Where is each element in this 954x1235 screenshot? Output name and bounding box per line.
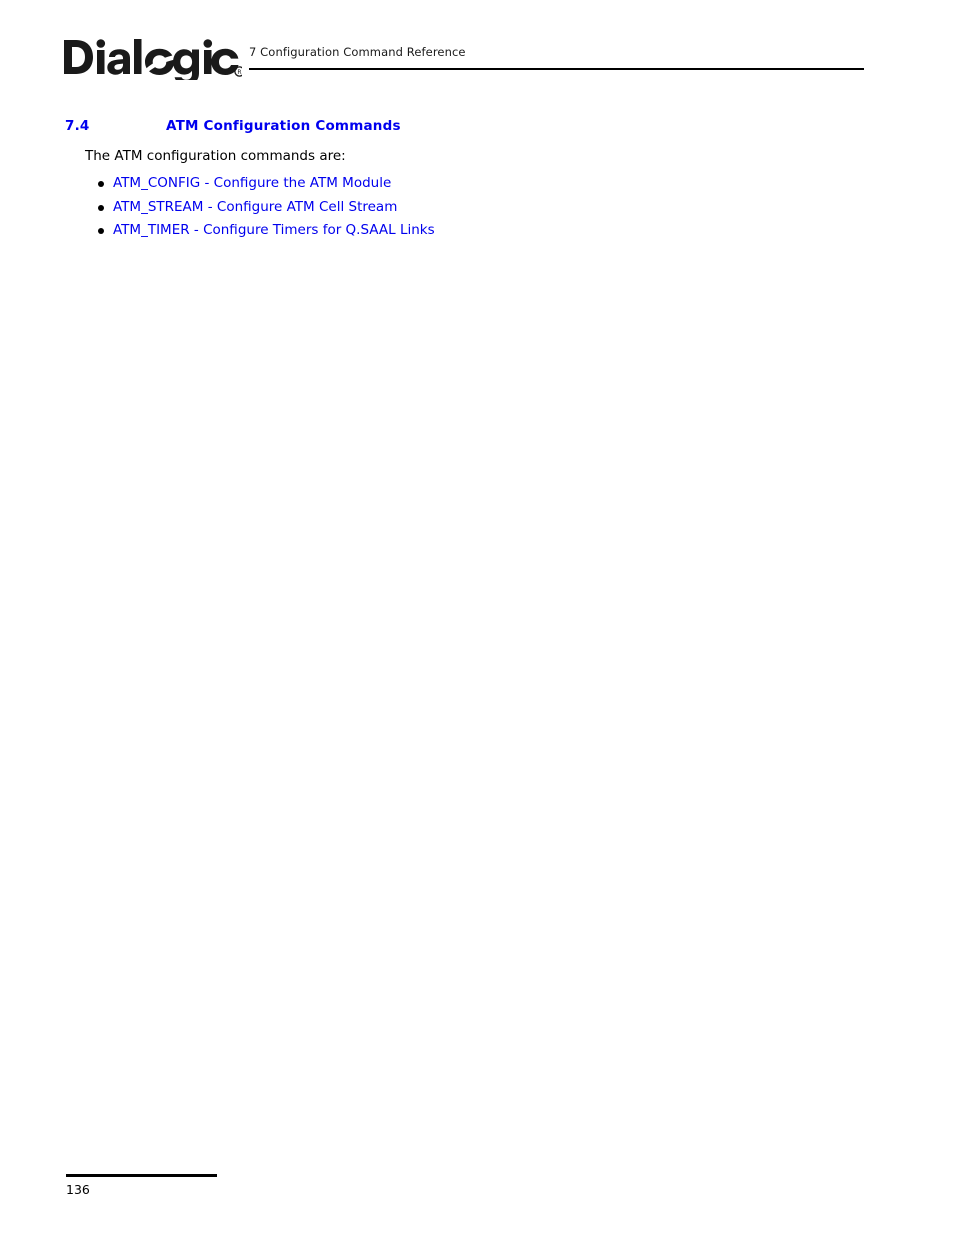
header-divider-rule: [249, 68, 864, 71]
intro-paragraph: The ATM configuration commands are:: [85, 148, 346, 164]
command-link-atm-timer[interactable]: ATM_TIMER - Configure Timers for Q.SAAL …: [113, 222, 435, 238]
document-page: R 7 Configuration Command Reference 7.4 …: [0, 0, 954, 1235]
page-number: 136: [66, 1182, 90, 1197]
list-item: ATM_CONFIG - Configure the ATM Module: [0, 172, 954, 196]
bullet-icon: [98, 228, 104, 234]
list-item: ATM_STREAM - Configure ATM Cell Stream: [0, 196, 954, 220]
svg-text:R: R: [237, 69, 241, 76]
footer-divider-rule: [66, 1174, 217, 1177]
command-link-atm-stream[interactable]: ATM_STREAM - Configure ATM Cell Stream: [113, 199, 397, 215]
page-footer: 136: [0, 1168, 954, 1218]
dialogic-logo: R: [62, 34, 242, 80]
command-link-atm-config[interactable]: ATM_CONFIG - Configure the ATM Module: [113, 175, 391, 191]
section-number: 7.4: [65, 118, 90, 134]
registered-trademark-icon: R: [234, 66, 242, 77]
command-link-list: ATM_CONFIG - Configure the ATM Module AT…: [0, 172, 954, 243]
list-item: ATM_TIMER - Configure Timers for Q.SAAL …: [0, 219, 954, 243]
section-heading: 7.4 ATM Configuration Commands: [0, 118, 954, 138]
section-title: ATM Configuration Commands: [166, 118, 401, 134]
running-header-title: 7 Configuration Command Reference: [249, 45, 466, 59]
bullet-icon: [98, 181, 104, 187]
bullet-icon: [98, 204, 104, 211]
page-header: R 7 Configuration Command Reference: [0, 0, 954, 100]
